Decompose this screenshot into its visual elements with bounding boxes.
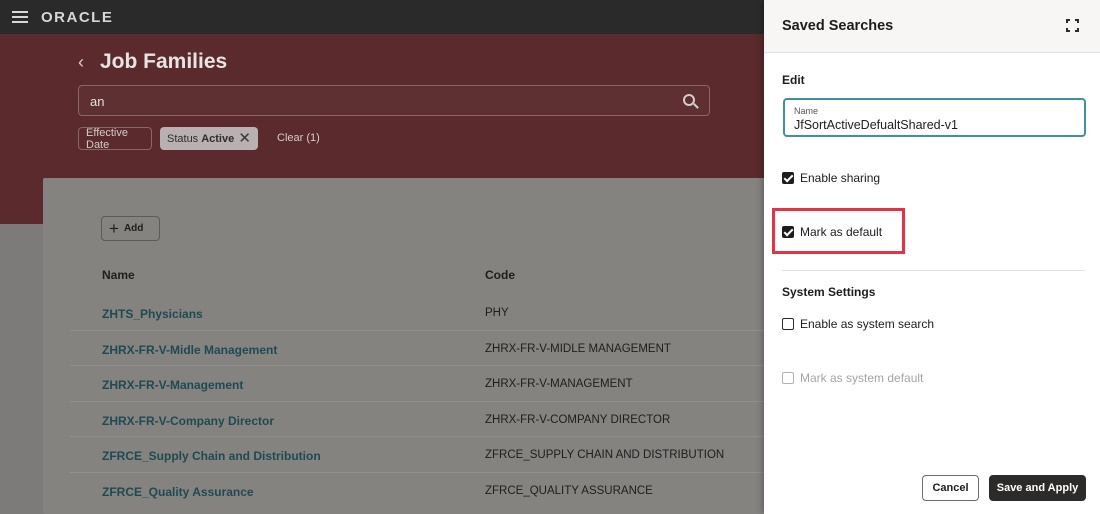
saved-searches-panel: Saved Searches Edit Name JfSortActiveDef… — [764, 0, 1100, 514]
row-code: ZHRX-FR-V-MANAGEMENT — [485, 378, 633, 391]
page-title: Job Families — [100, 50, 228, 73]
row-name-link[interactable]: ZHTS_Physicians — [102, 307, 203, 321]
enable-system-search-label: Enable as system search — [800, 317, 935, 331]
name-field-value: JfSortActiveDefualtShared-v1 — [794, 118, 958, 132]
table-row[interactable]: ZFRCE_Supply Chain and Distribution ZFRC… — [70, 437, 770, 473]
page-header: ‹ Job Families — [78, 50, 227, 74]
section-divider — [782, 270, 1085, 271]
mark-system-default-checkbox: Mark as system default — [782, 371, 923, 385]
name-field[interactable]: Name JfSortActiveDefualtShared-v1 — [783, 98, 1086, 137]
column-header-name[interactable]: Name — [102, 268, 135, 282]
add-button[interactable]: + Add — [101, 216, 160, 241]
filter-chip-label: Status — [167, 132, 199, 145]
row-name-link[interactable]: ZFRCE_Supply Chain and Distribution — [102, 449, 321, 463]
search-value: an — [90, 94, 105, 109]
mark-system-default-label: Mark as system default — [800, 371, 924, 385]
expand-icon[interactable] — [1066, 19, 1079, 32]
add-button-label: Add — [123, 223, 144, 234]
search-input[interactable]: an — [78, 85, 710, 116]
close-icon[interactable]: ✕ — [238, 131, 251, 146]
row-name-link[interactable]: ZHRX-FR-V-Company Director — [102, 414, 274, 428]
table-row[interactable]: ZHRX-FR-V-Midle Management ZHRX-FR-V-MID… — [70, 331, 770, 367]
panel-title: Saved Searches — [782, 18, 894, 34]
name-field-label: Name — [794, 106, 819, 116]
checkbox-checked[interactable] — [782, 226, 794, 238]
panel-header: Saved Searches — [764, 0, 1100, 53]
enable-sharing-label: Enable sharing — [800, 171, 881, 185]
enable-sharing-checkbox[interactable]: Enable sharing — [782, 171, 880, 185]
row-code: ZFRCE_SUPPLY CHAIN AND DISTRIBUTION — [485, 449, 725, 462]
enable-system-search-checkbox[interactable]: Enable as system search — [782, 317, 934, 331]
oracle-logo: ORACLE — [41, 8, 114, 26]
menu-icon[interactable] — [12, 11, 28, 23]
results-table: ZHTS_Physicians PHY ZHRX-FR-V-Midle Mana… — [70, 295, 770, 509]
table-row[interactable]: ZHRX-FR-V-Management ZHRX-FR-V-MANAGEMEN… — [70, 366, 770, 402]
row-code: ZHRX-FR-V-COMPANY DIRECTOR — [485, 413, 671, 426]
edit-section-title: Edit — [782, 73, 805, 87]
row-name-link[interactable]: ZHRX-FR-V-Management — [102, 378, 243, 392]
checkbox-disabled — [782, 372, 794, 384]
search-icon[interactable] — [683, 94, 695, 106]
row-code: PHY — [485, 307, 509, 319]
chevron-left-icon[interactable]: ‹ — [78, 52, 98, 73]
table-row[interactable]: ZFRCE_Quality Assurance ZFRCE_QUALITY AS… — [70, 473, 770, 509]
clear-filters-link[interactable]: Clear (1) — [277, 132, 320, 144]
system-settings-title: System Settings — [782, 285, 876, 299]
filter-chip-label: Effective Date — [86, 126, 128, 151]
filter-chip-status[interactable]: Status Active ✕ — [160, 127, 258, 150]
column-header-code[interactable]: Code — [485, 268, 515, 282]
mark-as-default-checkbox[interactable]: Mark as default — [782, 225, 882, 239]
row-code: ZFRCE_QUALITY ASSURANCE — [485, 484, 653, 497]
checkbox-checked[interactable] — [782, 172, 794, 184]
row-name-link[interactable]: ZFRCE_Quality Assurance — [102, 485, 254, 499]
row-name-link[interactable]: ZHRX-FR-V-Midle Management — [102, 343, 277, 357]
cancel-button[interactable]: Cancel — [922, 475, 979, 501]
plus-icon: + — [109, 219, 119, 238]
checkbox-unchecked[interactable] — [782, 318, 794, 330]
table-row[interactable]: ZHRX-FR-V-Company Director ZHRX-FR-V-COM… — [70, 402, 770, 438]
mark-as-default-label: Mark as default — [800, 225, 883, 239]
filter-chip-value: Active — [201, 132, 235, 145]
save-and-apply-button[interactable]: Save and Apply — [989, 475, 1086, 501]
filter-chip-effective-date[interactable]: Effective Date — [78, 126, 152, 151]
table-row[interactable]: ZHTS_Physicians PHY — [70, 295, 770, 331]
row-code: ZHRX-FR-V-MIDLE MANAGEMENT — [485, 342, 671, 355]
